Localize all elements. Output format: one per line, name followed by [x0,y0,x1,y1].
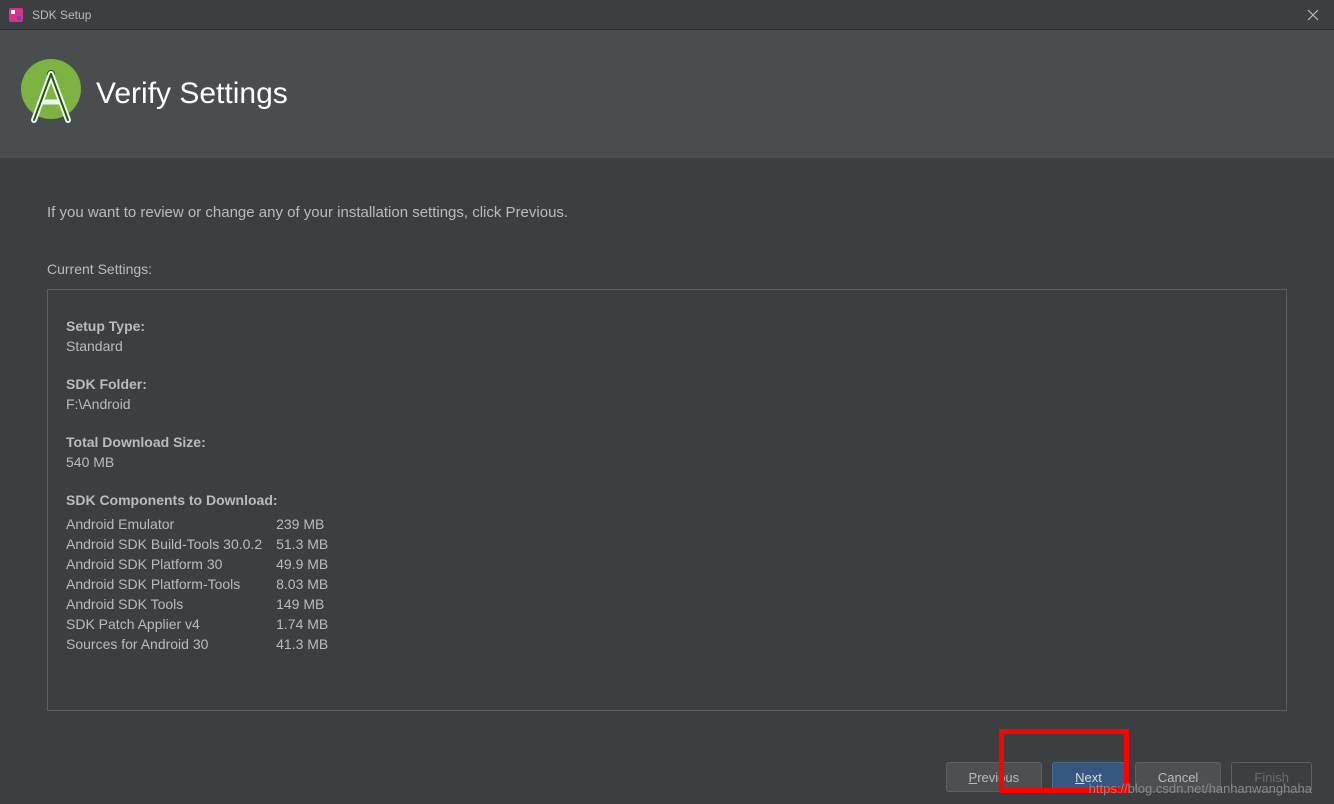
table-row: Android Emulator239 MB [66,514,328,534]
download-size-value: 540 MB [66,454,1268,470]
window-title: SDK Setup [32,8,91,22]
component-size: 149 MB [276,594,328,614]
component-name: Android SDK Tools [66,594,276,614]
current-settings-label: Current Settings: [47,261,1287,277]
table-row: Android SDK Platform-Tools8.03 MB [66,574,328,594]
next-rest: ext [1085,770,1102,785]
intro-text: If you want to review or change any of y… [47,204,1287,221]
component-name: Android SDK Platform-Tools [66,574,276,594]
app-icon [8,7,24,23]
component-name: SDK Patch Applier v4 [66,614,276,634]
component-size: 51.3 MB [276,534,328,554]
table-row: Android SDK Tools149 MB [66,594,328,614]
component-size: 49.9 MB [276,554,328,574]
component-name: Android Emulator [66,514,276,534]
download-size-label: Total Download Size: [66,434,1268,450]
table-row: Android SDK Platform 3049.9 MB [66,554,328,574]
table-row: SDK Patch Applier v41.74 MB [66,614,328,634]
next-mnemonic: N [1075,770,1084,785]
component-name: Sources for Android 30 [66,634,276,654]
component-name: Android SDK Platform 30 [66,554,276,574]
components-table: Android Emulator239 MBAndroid SDK Build-… [66,514,328,654]
close-icon[interactable] [1304,6,1322,24]
component-size: 239 MB [276,514,328,534]
titlebar: SDK Setup [0,0,1334,30]
cancel-button[interactable]: Cancel [1135,762,1221,792]
setup-type-value: Standard [66,338,1268,354]
component-size: 1.74 MB [276,614,328,634]
setup-type-label: Setup Type: [66,318,1268,334]
table-row: Android SDK Build-Tools 30.0.251.3 MB [66,534,328,554]
settings-panel: Setup Type: Standard SDK Folder: F:\Andr… [47,289,1287,711]
sdk-folder-value: F:\Android [66,396,1268,412]
previous-button[interactable]: Previous [946,762,1043,792]
next-button[interactable]: Next [1052,762,1125,792]
android-studio-icon [20,58,82,130]
component-name: Android SDK Build-Tools 30.0.2 [66,534,276,554]
sdk-folder-label: SDK Folder: [66,376,1268,392]
previous-rest: revious [977,770,1019,785]
components-label: SDK Components to Download: [66,492,1268,508]
component-size: 41.3 MB [276,634,328,654]
footer-buttons: Previous Next Cancel Finish [946,762,1312,792]
header-band: Verify Settings [0,30,1334,158]
finish-button: Finish [1231,762,1312,792]
table-row: Sources for Android 3041.3 MB [66,634,328,654]
component-size: 8.03 MB [276,574,328,594]
previous-mnemonic: P [969,770,978,785]
content-area: If you want to review or change any of y… [0,158,1334,711]
page-title: Verify Settings [96,77,288,111]
